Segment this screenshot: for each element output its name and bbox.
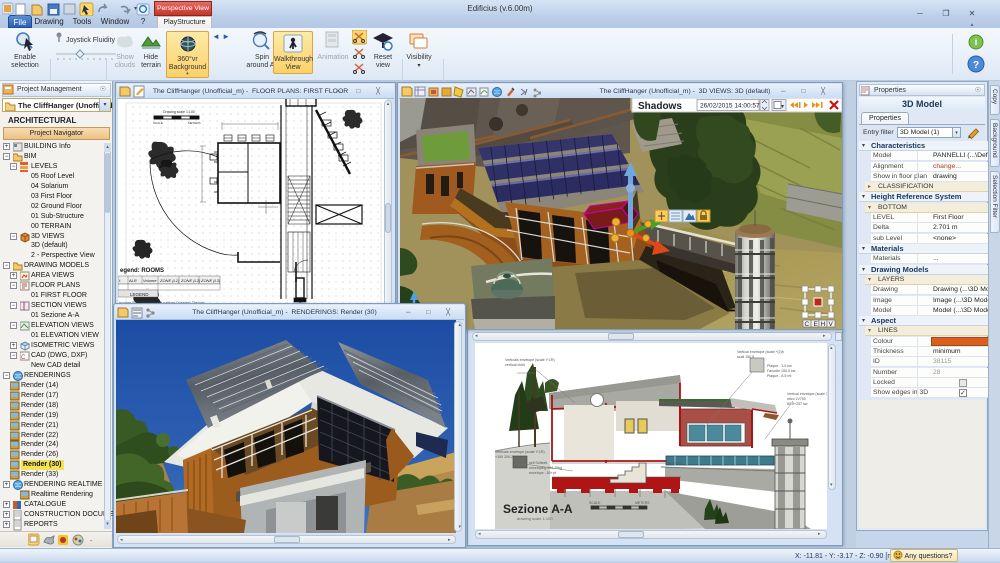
svg-text:H: H — [821, 321, 826, 328]
svg-text:Verticals envelope (scale Y:1R: Verticals envelope (scale Y:1R) — [495, 450, 545, 454]
svg-text:ZONE (L1): ZONE (L1) — [159, 278, 180, 283]
svg-text:...: ... — [146, 285, 149, 290]
svg-text:Plaque - 8.5 mt: Plaque - 8.5 mt — [767, 374, 791, 378]
svg-text:LEGEND: LEGEND — [130, 292, 149, 297]
svg-text:vertical child: vertical child — [505, 363, 525, 367]
svg-text:ntico LV750: ntico LV750 — [787, 397, 806, 401]
svg-text:envelope - 80+pt: envelope - 80+pt — [529, 471, 556, 475]
svg-text:scali 150.5: scali 150.5 — [737, 355, 754, 359]
svg-text:SCALE: SCALE — [153, 121, 163, 125]
svg-text:-: - — [90, 538, 93, 545]
svg-text:C: C — [805, 321, 810, 328]
svg-text:Verticals envelope (scale Y:1R: Verticals envelope (scale Y:1R) — [505, 358, 555, 362]
svg-text:drawing scale 1:100: drawing scale 1:100 — [517, 516, 553, 521]
svg-text:Sezione A-A: Sezione A-A — [503, 502, 573, 516]
svg-text:Plaque - 3.5 kw: Plaque - 3.5 kw — [767, 364, 792, 368]
svg-text:sell Softsell: sell Softsell — [529, 461, 547, 465]
svg-text:Shadows: Shadows — [638, 101, 682, 112]
svg-text:ALR: ALR — [128, 278, 137, 283]
svg-text:Vertical envelope (scale 3:2): Vertical envelope (scale 3:2) — [787, 392, 827, 396]
svg-text:enveloping 156.25kg: enveloping 156.25kg — [529, 466, 562, 470]
svg-text:ZONE (L2): ZONE (L2) — [180, 278, 201, 283]
svg-text:Vertical envelope (scale *(2)b: Vertical envelope (scale *(2)b — [737, 350, 784, 354]
svg-text:METERS: METERS — [188, 121, 201, 125]
svg-text:Favorite 155.5 kw: Favorite 155.5 kw — [767, 369, 796, 373]
svg-text:+150 200.2: +150 200.2 — [495, 455, 513, 459]
svg-text:Drawing scale 1:100: Drawing scale 1:100 — [163, 110, 195, 114]
svg-text:V: V — [829, 321, 834, 328]
svg-text:i: i — [975, 37, 978, 47]
svg-text:egend: ROOMS: egend: ROOMS — [120, 268, 164, 274]
svg-text:ZONE (L3): ZONE (L3) — [200, 278, 221, 283]
svg-text:E: E — [814, 321, 819, 328]
svg-text:?: ? — [973, 60, 979, 71]
svg-text:80.5+257 kw: 80.5+257 kw — [787, 402, 808, 406]
svg-text:26/02/2015 14:00:57: 26/02/2015 14:00:57 — [700, 103, 760, 110]
svg-text:SCALE: SCALE — [589, 501, 601, 505]
svg-text:C: C — [21, 355, 26, 361]
svg-text:Volume: Volume — [143, 278, 157, 283]
svg-text:▾: ▾ — [781, 104, 784, 110]
svg-text:f.: f. — [119, 278, 121, 283]
svg-text:METERS: METERS — [635, 501, 650, 505]
